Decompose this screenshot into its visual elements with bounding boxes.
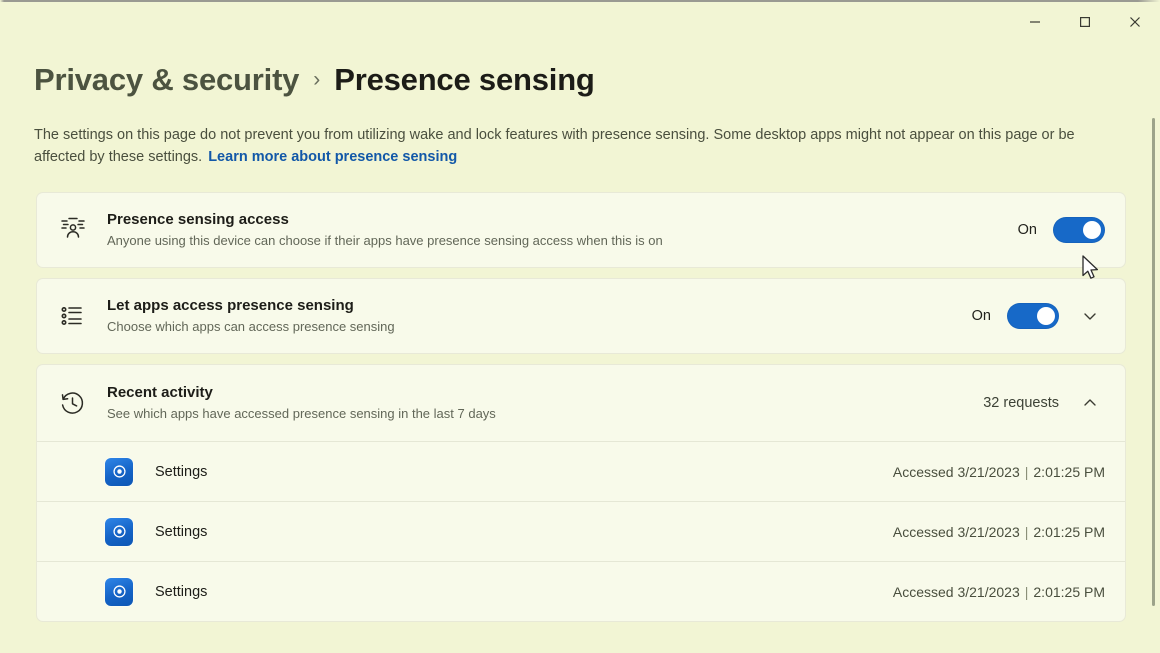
accessed-time: 2:01:25 PM — [1033, 463, 1105, 480]
minimize-icon — [1030, 21, 1040, 23]
vertical-scrollbar[interactable] — [1152, 118, 1155, 606]
page-description-text: The settings on this page do not prevent… — [34, 127, 1075, 165]
card-title: Let apps access presence sensing — [107, 297, 354, 314]
card-subtitle: See which apps have accessed presence se… — [107, 406, 496, 421]
card-title: Presence sensing access — [107, 211, 289, 228]
card-recent-activity: Recent activity See which apps have acce… — [36, 364, 1126, 622]
close-button[interactable] — [1110, 0, 1160, 44]
accessed-prefix: Accessed — [892, 523, 954, 540]
card-subtitle: Anyone using this device can choose if t… — [107, 233, 663, 248]
let-apps-access-toggle[interactable] — [1007, 303, 1059, 329]
app-name: Settings — [155, 583, 208, 600]
breadcrumb-parent-link[interactable]: Privacy & security — [34, 62, 299, 98]
recent-activity-header[interactable]: Recent activity See which apps have acce… — [37, 365, 1125, 441]
recent-activity-icon — [59, 390, 99, 417]
accessed-timestamp: Accessed 3/21/2023 | 2:01:25 PM — [893, 524, 1105, 540]
close-icon — [1130, 17, 1140, 27]
page-title: Presence sensing — [334, 62, 595, 97]
settings-app-icon — [105, 577, 133, 606]
app-name: Settings — [155, 523, 208, 540]
accessed-time: 2:01:25 PM — [1033, 523, 1105, 540]
card-title: Recent activity — [107, 384, 213, 401]
accessed-separator: | — [1024, 523, 1029, 540]
accessed-separator: | — [1024, 463, 1029, 480]
presence-sensing-access-toggle[interactable] — [1053, 217, 1105, 243]
toggle-knob — [1037, 307, 1055, 325]
accessed-prefix: Accessed — [892, 463, 954, 480]
minimize-button[interactable] — [1010, 0, 1060, 44]
card-let-apps-access[interactable]: Let apps access presence sensing Choose … — [36, 278, 1126, 354]
expand-let-apps-button[interactable] — [1075, 301, 1105, 331]
toggle-state-label: On — [971, 308, 991, 324]
settings-page: Privacy & security › Presence sensing Th… — [0, 44, 1160, 653]
breadcrumb: Privacy & security › Presence sensing — [34, 62, 1126, 98]
accessed-prefix: Accessed — [892, 583, 954, 600]
accessed-timestamp: Accessed 3/21/2023 | 2:01:25 PM — [893, 464, 1105, 480]
breadcrumb-separator-icon: › — [313, 68, 321, 91]
accessed-date: 3/21/2023 — [957, 583, 1020, 600]
card-controls: On — [1002, 217, 1105, 243]
card-text: Recent activity See which apps have acce… — [99, 383, 967, 423]
window-top-border — [0, 0, 1160, 2]
accessed-date: 3/21/2023 — [957, 463, 1020, 480]
app-name: Settings — [155, 463, 208, 480]
table-row[interactable]: Settings Accessed 3/21/2023 | 2:01:25 PM — [37, 441, 1125, 501]
requests-count-label: 32 requests — [983, 395, 1059, 411]
card-subtitle: Choose which apps can access presence se… — [107, 319, 395, 334]
settings-app-icon — [105, 517, 133, 546]
accessed-separator: | — [1024, 583, 1029, 600]
chevron-up-icon — [1084, 399, 1096, 406]
toggle-knob — [1083, 221, 1101, 239]
maximize-button[interactable] — [1060, 0, 1110, 44]
accessed-timestamp: Accessed 3/21/2023 | 2:01:25 PM — [893, 584, 1105, 600]
page-description: The settings on this page do not prevent… — [34, 124, 1126, 168]
app-list-icon — [59, 303, 99, 329]
card-controls: 32 requests — [967, 388, 1105, 418]
chevron-down-icon — [1084, 313, 1096, 320]
collapse-recent-activity-button[interactable] — [1075, 388, 1105, 418]
learn-more-link[interactable]: Learn more about presence sensing — [208, 149, 457, 165]
accessed-date: 3/21/2023 — [957, 523, 1020, 540]
title-bar — [0, 0, 1160, 44]
table-row[interactable]: Settings Accessed 3/21/2023 | 2:01:25 PM — [37, 501, 1125, 561]
accessed-time: 2:01:25 PM — [1033, 583, 1105, 600]
toggle-state-label: On — [1017, 222, 1037, 238]
page-header: Privacy & security › Presence sensing Th… — [0, 44, 1160, 168]
settings-cards: Presence sensing access Anyone using thi… — [0, 192, 1160, 622]
maximize-icon — [1080, 17, 1091, 28]
card-text: Let apps access presence sensing Choose … — [99, 296, 956, 336]
card-text: Presence sensing access Anyone using thi… — [99, 210, 1002, 250]
presence-sensing-icon — [59, 216, 99, 244]
card-presence-sensing-access[interactable]: Presence sensing access Anyone using thi… — [36, 192, 1126, 268]
card-controls: On — [956, 301, 1105, 331]
settings-app-icon — [105, 457, 133, 486]
table-row[interactable]: Settings Accessed 3/21/2023 | 2:01:25 PM — [37, 561, 1125, 621]
